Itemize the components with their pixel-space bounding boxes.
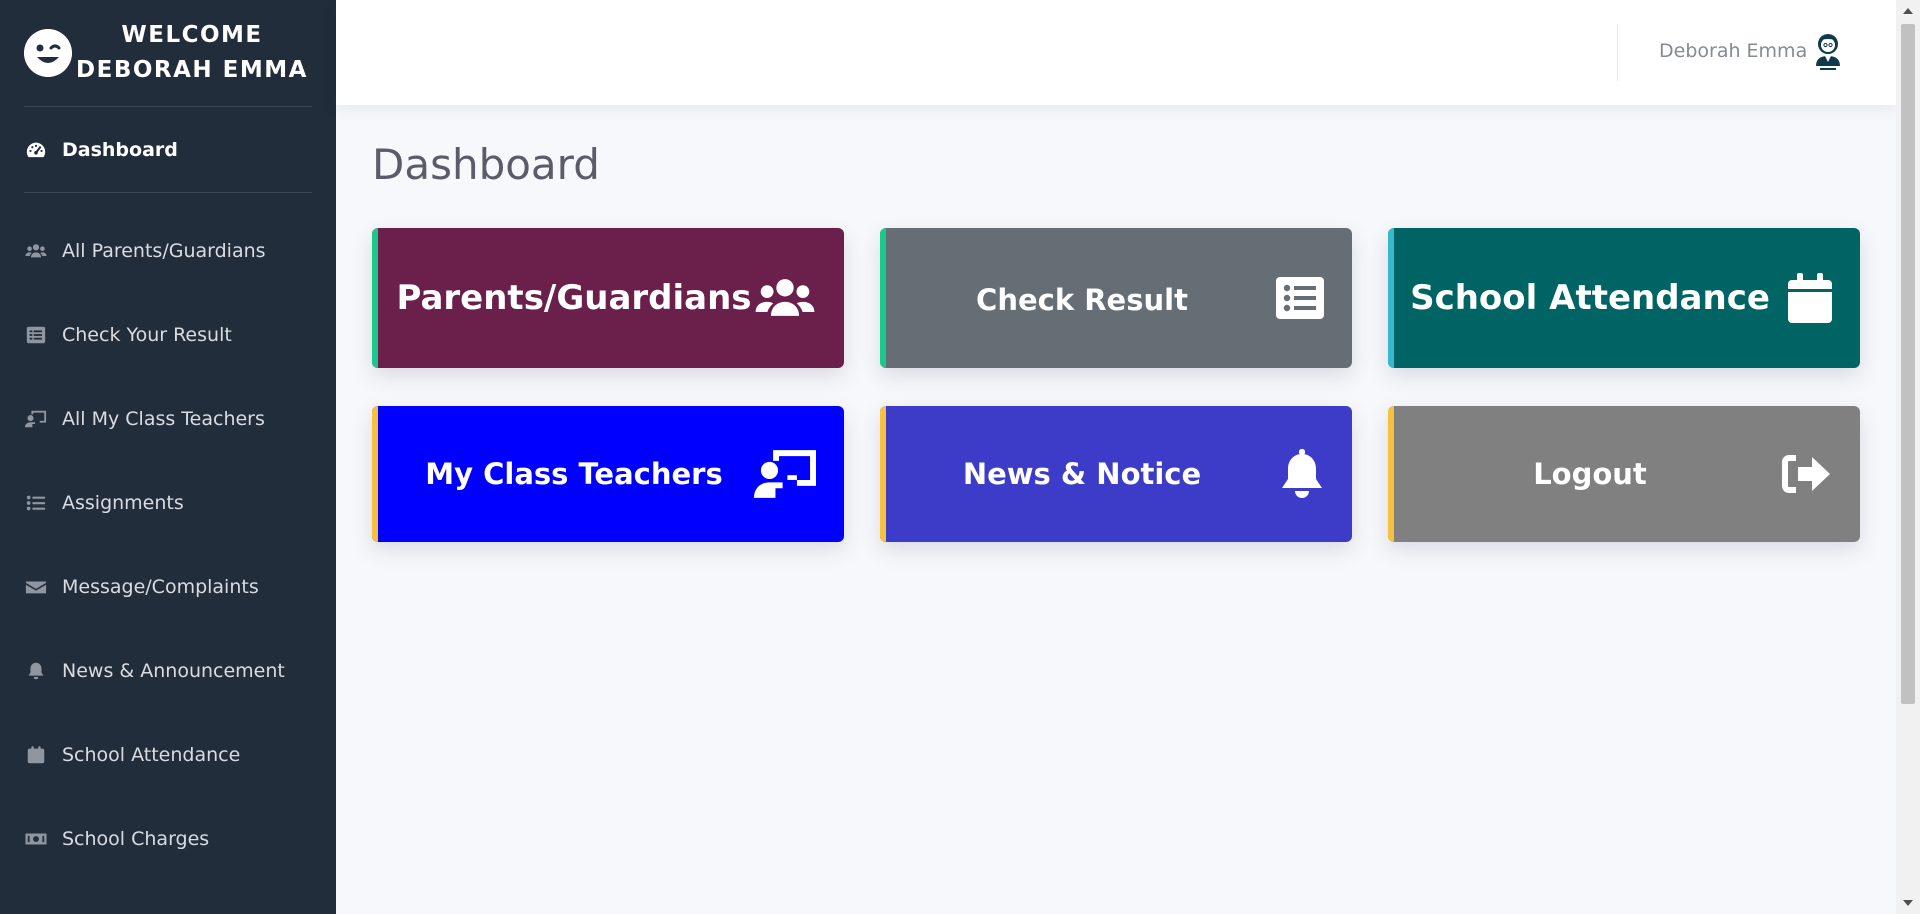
sidebar-item-dashboard[interactable]: Dashboard [0,107,336,192]
topbar: Deborah Emma [336,0,1896,105]
sidebar-item-label: School Attendance [62,744,241,766]
sidebar-item-parents[interactable]: All Parents/Guardians [0,209,336,293]
sidebar-item-news[interactable]: News & Announcement [0,629,336,713]
calendar-icon [1788,273,1832,323]
sign-out-icon [1780,453,1832,495]
parents-guardians-card[interactable]: Parents/Guardians [372,228,844,368]
sidebar-item-label: All Parents/Guardians [62,240,266,262]
tachometer-icon [24,140,48,160]
sidebar-item-label: Assignments [62,492,184,514]
card-label: Logout [1533,457,1647,491]
scroll-up-arrow-icon[interactable] [1903,8,1913,14]
sidebar-nav: All Parents/Guardians Check Your Result … [0,193,336,881]
logout-card[interactable]: Logout [1388,406,1860,542]
sidebar-item-charges[interactable]: School Charges [0,797,336,881]
users-icon [754,275,816,321]
welcome-line-1: Welcome [121,22,263,48]
sidebar-item-messages[interactable]: Message/Complaints [0,545,336,629]
card-label: Check Result [976,283,1188,317]
sidebar-item-label: All My Class Teachers [62,408,265,430]
sidebar-item-label: School Charges [62,828,210,850]
sidebar-item-label: Message/Complaints [62,576,259,598]
sidebar-item-assignments[interactable]: Assignments [0,461,336,545]
card-label: News & Notice [962,457,1202,491]
sidebar-item-label: Check Your Result [62,324,232,346]
news-notice-card[interactable]: News & Notice [880,406,1352,542]
list-alt-icon [24,325,48,345]
wink-face-icon [24,29,72,77]
topbar-divider [1617,24,1618,81]
user-name[interactable]: Deborah Emma [1659,40,1807,62]
vertical-scrollbar[interactable] [1896,0,1920,914]
chalkboard-teacher-icon [24,409,48,429]
list-icon [24,493,48,513]
my-class-teachers-card[interactable]: My Class Teachers [372,406,844,542]
sidebar-item-check-result[interactable]: Check Your Result [0,293,336,377]
scrollbar-thumb[interactable] [1901,24,1915,704]
card-label: My Class Teachers [425,457,723,491]
sidebar-item-attendance[interactable]: School Attendance [0,713,336,797]
sidebar-item-label: Dashboard [62,138,178,161]
sidebar-item-label: News & Announcement [62,660,285,682]
bell-icon [1280,449,1324,499]
admin-avatar-icon[interactable] [1810,30,1846,72]
card-label: Parents/Guardians [396,278,752,318]
school-attendance-card[interactable]: School Attendance [1388,228,1860,368]
chalkboard-teacher-icon [754,450,816,498]
users-icon [24,241,48,261]
page-title: Dashboard [372,140,600,189]
calendar-icon [24,745,48,765]
sidebar-item-class-teachers[interactable]: All My Class Teachers [0,377,336,461]
list-alt-icon [1276,277,1324,319]
card-label: School Attendance [1410,278,1770,318]
welcome-text: Welcome Deborah Emma [72,18,312,88]
scroll-down-arrow-icon[interactable] [1903,900,1913,906]
welcome-line-2: Deborah Emma [76,57,308,83]
check-result-card[interactable]: Check Result [880,228,1352,368]
sidebar: Welcome Deborah Emma Dashboard All Paren… [0,0,336,914]
sidebar-brand[interactable]: Welcome Deborah Emma [0,0,336,106]
envelope-icon [24,577,48,597]
money-bill-icon [24,829,48,849]
bell-icon [24,661,48,681]
